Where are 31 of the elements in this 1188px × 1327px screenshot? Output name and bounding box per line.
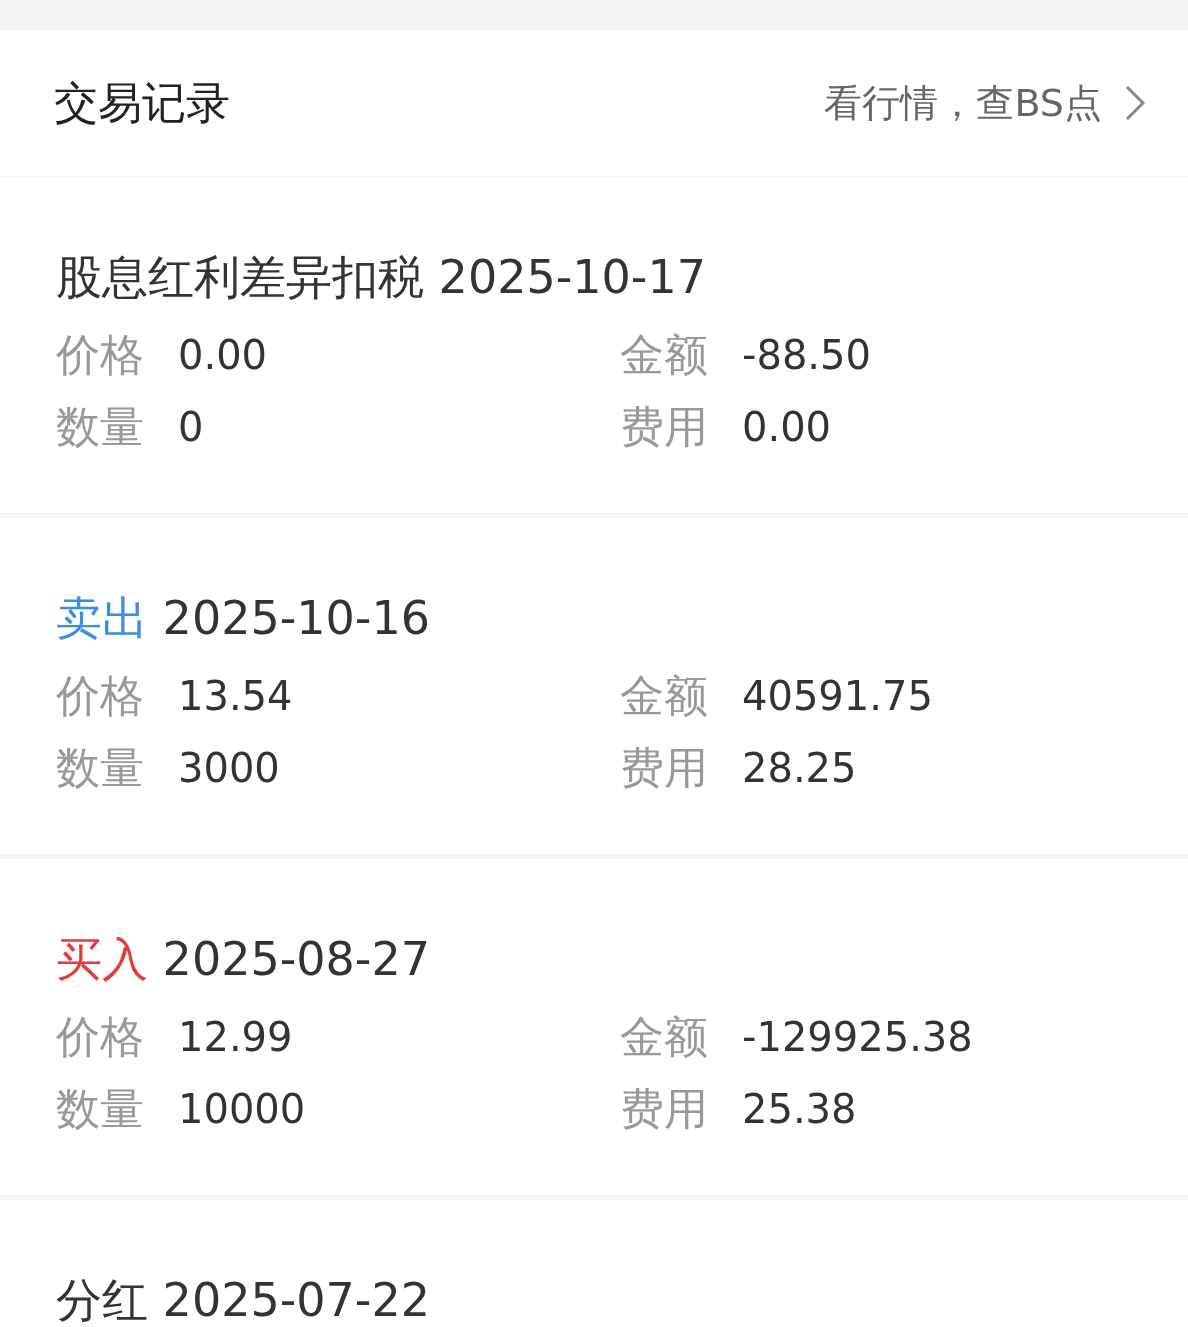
field-label: 金额 <box>620 668 708 723</box>
field-label: 价格 <box>56 1009 144 1064</box>
field-value: 3000 <box>178 745 280 791</box>
field-value: 10000 <box>178 1086 306 1132</box>
record-title: 买入 2025-08-27 <box>56 931 431 988</box>
market-link[interactable]: 看行情，查BS点 <box>824 77 1146 129</box>
record-title: 股息红利差异扣税 2025-10-17 <box>56 249 707 306</box>
field-label: 数量 <box>56 1081 144 1136</box>
field-label: 金额 <box>620 1009 708 1064</box>
record-title: 卖出 2025-10-16 <box>56 590 431 647</box>
field-label: 费用 <box>620 740 708 795</box>
field-value: 28.25 <box>742 745 857 791</box>
field-value: -88.50 <box>742 332 871 378</box>
record-title: 分红 2025-07-22 <box>56 1272 431 1327</box>
field-label: 金额 <box>620 327 708 382</box>
field-label: 数量 <box>56 399 144 454</box>
field-value: 0.00 <box>178 332 268 378</box>
field-label: 价格 <box>56 327 144 382</box>
field-value: 0 <box>178 404 204 450</box>
field-value: 12.99 <box>178 1014 293 1060</box>
field-value: 13.54 <box>178 673 293 719</box>
field-value: 0.00 <box>742 404 832 450</box>
field-value: 40591.75 <box>742 673 933 719</box>
field-value: -129925.38 <box>742 1014 973 1060</box>
section-title: 交易记录 <box>54 75 230 130</box>
field-label: 费用 <box>620 399 708 454</box>
field-label: 价格 <box>56 668 144 723</box>
chevron-right-icon <box>1124 84 1146 122</box>
field-label: 数量 <box>56 740 144 795</box>
field-value: 25.38 <box>742 1086 857 1132</box>
field-label: 费用 <box>620 1081 708 1136</box>
